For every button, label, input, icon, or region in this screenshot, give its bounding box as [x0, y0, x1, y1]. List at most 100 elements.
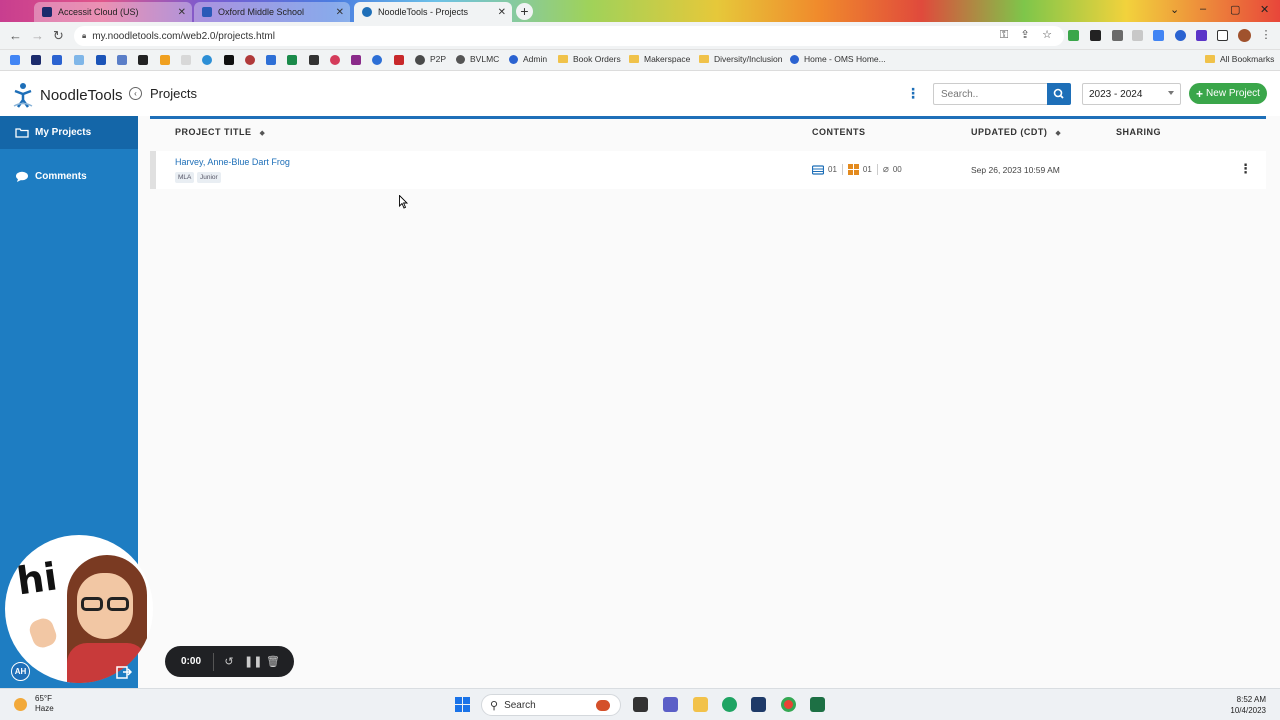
- more-options-icon[interactable]: ⋮: [906, 86, 920, 100]
- sidebar-item-comments[interactable]: Comments: [0, 160, 138, 193]
- back-icon[interactable]: ←: [9, 28, 22, 43]
- header-project-title[interactable]: PROJECT TITLE ◆: [175, 127, 265, 137]
- bookmarks-bar: P2P BVLMC Admin Book Orders Makerspace D…: [0, 50, 1280, 71]
- bookmark-icon[interactable]: [160, 55, 170, 65]
- bookmark-icon[interactable]: [96, 55, 106, 65]
- profile-avatar[interactable]: [1238, 29, 1251, 42]
- bookmark-book-orders[interactable]: Book Orders: [558, 54, 621, 64]
- paperclip-icon[interactable]: ⌀: [883, 164, 889, 175]
- bookmark-icon[interactable]: [74, 55, 84, 65]
- bookmark-icon[interactable]: [351, 55, 361, 65]
- bookmark-admin[interactable]: Admin: [509, 54, 547, 64]
- header-updated[interactable]: UPDATED (CDT) ◆: [971, 127, 1061, 137]
- task-view-icon[interactable]: [633, 697, 648, 712]
- table-row[interactable]: Harvey, Anne-Blue Dart Frog MLA Junior 0…: [150, 151, 1266, 189]
- folder-icon: [558, 55, 568, 63]
- bookmark-icon[interactable]: [224, 55, 234, 65]
- menu-icon[interactable]: ⋮: [1259, 28, 1273, 42]
- close-window-icon[interactable]: ✕: [1260, 3, 1269, 16]
- bookmark-makerspace[interactable]: Makerspace: [629, 54, 690, 64]
- bookmark-oms-home[interactable]: Home - OMS Home...: [790, 54, 886, 64]
- drive-extension-icon[interactable]: [1153, 30, 1164, 41]
- minimize-icon[interactable]: –: [1200, 3, 1206, 15]
- all-bookmarks[interactable]: All Bookmarks: [1205, 54, 1274, 64]
- bookmark-icon[interactable]: [415, 55, 425, 65]
- bookmark-p2p[interactable]: P2P: [430, 54, 446, 64]
- puzzle-icon[interactable]: [1196, 30, 1207, 41]
- url-field[interactable]: 🔒︎ my.noodletools.com/web2.0/projects.ht…: [74, 26, 1064, 46]
- bookmark-bvlmc[interactable]: BVLMC: [456, 54, 499, 64]
- chrome-icon[interactable]: [781, 697, 796, 712]
- noodletools-logo[interactable]: NoodleTools: [12, 82, 123, 108]
- sort-icon[interactable]: ◆: [260, 130, 266, 137]
- search-button[interactable]: [1047, 83, 1071, 105]
- project-title-link[interactable]: Harvey, Anne-Blue Dart Frog: [175, 157, 290, 167]
- notecards-icon[interactable]: [847, 164, 859, 175]
- bookmark-icon[interactable]: [309, 55, 319, 65]
- bookmark-icon[interactable]: [330, 55, 340, 65]
- close-icon[interactable]: ✕: [336, 7, 344, 18]
- file-explorer-icon[interactable]: [693, 697, 708, 712]
- taskbar-search[interactable]: ⚲ Search: [481, 694, 621, 716]
- bookmark-icon[interactable]: [202, 55, 212, 65]
- glasses-icon: [81, 597, 103, 611]
- tab-oxford[interactable]: Oxford Middle School ✕: [194, 2, 350, 22]
- comment-icon: [16, 171, 28, 182]
- bookmark-diversity[interactable]: Diversity/Inclusion: [699, 54, 783, 64]
- extension-icon[interactable]: [1112, 30, 1123, 41]
- extension-icon[interactable]: [1132, 30, 1143, 41]
- windows-start-icon[interactable]: [455, 697, 470, 712]
- store-icon[interactable]: [751, 697, 766, 712]
- glasses-icon: [107, 597, 129, 611]
- reload-icon[interactable]: ↻: [53, 28, 64, 44]
- tab-search-icon[interactable]: ⌄: [1170, 3, 1179, 16]
- bookmark-icon[interactable]: [181, 55, 191, 65]
- share-icon[interactable]: ⇪: [1018, 28, 1032, 42]
- bookmark-icon[interactable]: [394, 55, 404, 65]
- search-input[interactable]: [933, 83, 1047, 105]
- edge-icon[interactable]: [722, 697, 737, 712]
- sidebar-item-my-projects[interactable]: My Projects: [0, 116, 138, 149]
- bookmark-icon[interactable]: [266, 55, 276, 65]
- close-icon[interactable]: ✕: [498, 7, 506, 18]
- bookmark-icon[interactable]: [138, 55, 148, 65]
- teams-icon[interactable]: [663, 697, 678, 712]
- maximize-icon[interactable]: ▢: [1230, 3, 1240, 16]
- key-icon[interactable]: ⚿: [997, 28, 1011, 42]
- bookmark-icon[interactable]: [287, 55, 297, 65]
- system-clock[interactable]: 8:52 AM 10/4/2023: [1222, 694, 1266, 716]
- weather-widget[interactable]: 65°F Haze: [14, 694, 54, 714]
- bookmark-icon[interactable]: [117, 55, 127, 65]
- new-project-button[interactable]: + New Project: [1189, 83, 1267, 104]
- logout-icon[interactable]: [116, 664, 132, 680]
- collapse-sidebar-button[interactable]: ‹: [129, 87, 142, 100]
- waving-hand-icon: [26, 615, 60, 651]
- bookmark-icon[interactable]: [245, 55, 255, 65]
- user-avatar[interactable]: AH: [11, 662, 30, 681]
- extension-icon[interactable]: [1175, 30, 1186, 41]
- pause-icon[interactable]: ❚❚: [244, 655, 262, 668]
- star-icon[interactable]: ☆: [1040, 28, 1054, 42]
- sources-icon[interactable]: [812, 164, 824, 175]
- recording-timer: 0:00: [181, 656, 202, 667]
- restart-icon[interactable]: ↺: [222, 655, 236, 668]
- bookmark-icon[interactable]: [52, 55, 62, 65]
- close-icon[interactable]: ✕: [178, 7, 186, 18]
- trash-icon[interactable]: 🗑︎: [266, 655, 280, 668]
- sun-icon: [14, 697, 27, 711]
- bookmark-icon[interactable]: [372, 55, 382, 65]
- tab-accessit[interactable]: Accessit Cloud (US) ✕: [34, 2, 192, 22]
- school-year-select[interactable]: 2023 - 2024: [1082, 83, 1181, 105]
- bookmark-icon[interactable]: [10, 55, 20, 65]
- bookmark-icon[interactable]: [31, 55, 41, 65]
- tab-noodletools[interactable]: NoodleTools - Projects ✕: [354, 2, 512, 22]
- excel-icon[interactable]: [810, 697, 825, 712]
- sort-icon[interactable]: ◆: [1055, 130, 1061, 137]
- pen-extension-icon[interactable]: [1090, 30, 1101, 41]
- search-highlight-icon: [596, 700, 610, 711]
- row-options-icon[interactable]: ⋮: [1239, 162, 1252, 175]
- new-tab-button[interactable]: +: [516, 3, 533, 20]
- forward-icon[interactable]: →: [31, 28, 44, 43]
- extension-icon[interactable]: [1068, 30, 1079, 41]
- sidepanel-icon[interactable]: [1217, 30, 1228, 41]
